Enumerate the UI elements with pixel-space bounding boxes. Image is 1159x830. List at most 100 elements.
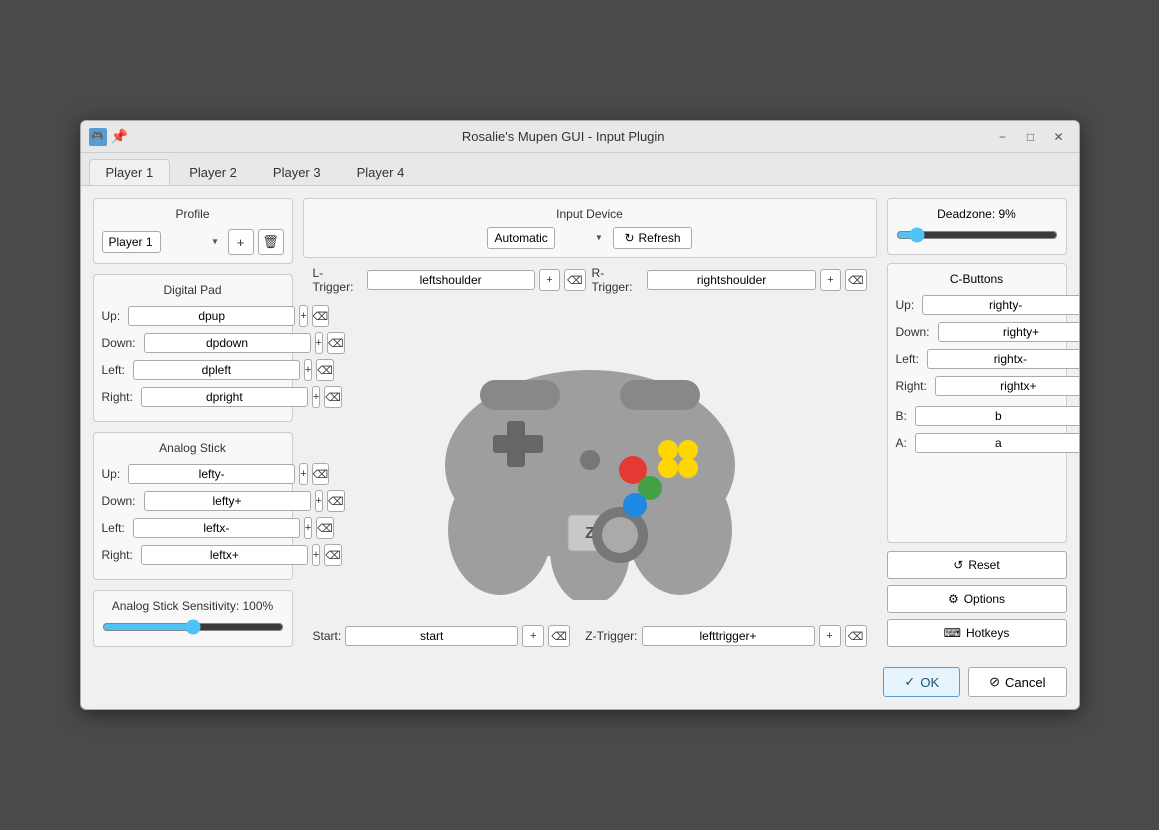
r-trigger-input[interactable] [647,270,815,290]
dpad-right-row: Right: + ⌫ [102,386,284,408]
r-trigger-add[interactable]: + [820,269,841,291]
z-trigger-clear[interactable]: ⌫ [845,625,867,647]
window-title: Rosalie's Mupen GUI - Input Plugin [136,129,991,144]
delete-profile-button[interactable]: 🗑 [258,229,284,255]
dpad-up-input[interactable] [128,306,295,326]
l-trigger-input[interactable] [367,270,535,290]
start-input[interactable] [345,626,518,646]
dpad-up-label: Up: [102,309,125,323]
left-panel: Profile Player 1 + 🗑 Digital Pad Up: [93,198,293,647]
l-trigger-label: L-Trigger: [313,266,363,294]
cbtn-right-input[interactable] [935,376,1080,396]
profile-row: Player 1 + 🗑 [102,229,284,255]
reset-button[interactable]: ↺ Reset [887,551,1067,579]
options-label: Options [964,592,1005,606]
maximize-button[interactable]: □ [1019,127,1043,147]
a-label: A: [896,436,911,450]
refresh-button[interactable]: ↻ Refresh [613,227,691,249]
hotkeys-button[interactable]: ⌨ Hotkeys [887,619,1067,647]
b-button-row: B: + ⌫ [896,405,1058,427]
ok-label: OK [920,675,939,690]
analog-right-label: Right: [102,548,137,562]
dpad-right-label: Right: [102,390,137,404]
action-buttons: ↺ Reset ⚙ Options ⌨ Hotkeys [887,551,1067,647]
dpad-down-input[interactable] [144,333,311,353]
l-trigger-clear[interactable]: ⌫ [564,269,585,291]
cbtn-left-row: Left: + ⌫ [896,348,1058,370]
digital-pad-title: Digital Pad [102,283,284,297]
options-button[interactable]: ⚙ Options [887,585,1067,613]
analog-left-input[interactable] [133,518,300,538]
profile-select[interactable]: Player 1 [102,231,161,253]
dpad-right-input[interactable] [141,387,308,407]
r-trigger-label: R-Trigger: [592,266,644,294]
reset-label: Reset [968,558,999,572]
hotkeys-icon: ⌨ [944,626,961,640]
cbtn-down-row: Down: + ⌫ [896,321,1058,343]
player-tabs: Player 1 Player 2 Player 3 Player 4 [81,153,1079,186]
start-clear[interactable]: ⌫ [548,625,570,647]
ok-icon: ✓ [904,674,915,690]
footer: ✓ OK ⊘ Cancel [81,659,1079,709]
pin-icon[interactable]: 📌 [111,128,128,145]
dpad-left-row: Left: + ⌫ [102,359,284,381]
analog-stick-title: Analog Stick [102,441,284,455]
dpad-left-label: Left: [102,363,129,377]
window-controls: − □ ✕ [991,127,1071,147]
center-panel: Input Device Automatic ↻ Refresh [303,198,877,647]
controller-display: Z [303,302,877,617]
tab-player3[interactable]: Player 3 [256,159,338,185]
z-trigger-add[interactable]: + [819,625,841,647]
sensitivity-slider[interactable] [102,619,284,635]
ok-button[interactable]: ✓ OK [883,667,960,697]
tab-player4[interactable]: Player 4 [340,159,422,185]
analog-down-label: Down: [102,494,140,508]
cbtn-down-input[interactable] [938,322,1080,342]
b-button-input[interactable] [915,406,1080,426]
device-select-wrapper: Automatic [487,227,607,249]
input-device-title: Input Device [556,207,623,221]
cbtn-left-label: Left: [896,352,923,366]
l-trigger-group: L-Trigger: + ⌫ [313,266,586,294]
deadzone-slider[interactable] [896,227,1058,243]
analog-down-input[interactable] [144,491,311,511]
input-device-box: Input Device Automatic ↻ Refresh [303,198,877,258]
b-label: B: [896,409,911,423]
analog-up-row: Up: + ⌫ [102,463,284,485]
bottom-controls-row: Start: + ⌫ Z-Trigger: + ⌫ [303,625,877,647]
titlebar: 🎮 📌 Rosalie's Mupen GUI - Input Plugin −… [81,121,1079,153]
z-trigger-label: Z-Trigger: [585,629,637,643]
cancel-button[interactable]: ⊘ Cancel [968,667,1066,697]
start-add[interactable]: + [522,625,544,647]
right-panel: Deadzone: 9% C-Buttons Up: + ⌫ Down: + ⌫ [887,198,1067,647]
analog-up-input[interactable] [128,464,295,484]
dpad-down-label: Down: [102,336,140,350]
cbtn-up-label: Up: [896,298,919,312]
profile-select-wrapper: Player 1 [102,231,224,253]
a-button-row: A: + ⌫ [896,432,1058,454]
controller-svg: Z [420,320,760,600]
cbtn-left-input[interactable] [927,349,1080,369]
cancel-label: Cancel [1005,675,1045,690]
cbtn-up-input[interactable] [922,295,1079,315]
minimize-button[interactable]: − [991,127,1015,147]
add-profile-button[interactable]: + [228,229,254,255]
l-trigger-add[interactable]: + [539,269,560,291]
z-trigger-input[interactable] [642,626,815,646]
dpad-left-input[interactable] [133,360,300,380]
refresh-label: Refresh [639,231,681,245]
device-select[interactable]: Automatic [487,227,555,249]
options-icon: ⚙ [948,592,959,606]
cbuttons-box: C-Buttons Up: + ⌫ Down: + ⌫ Left: + [887,263,1067,543]
a-button-input[interactable] [915,433,1080,453]
hotkeys-label: Hotkeys [966,626,1009,640]
close-button[interactable]: ✕ [1047,127,1071,147]
analog-up-label: Up: [102,467,125,481]
r-trigger-clear[interactable]: ⌫ [845,269,866,291]
analog-left-row: Left: + ⌫ [102,517,284,539]
app-icon: 🎮 [89,128,107,146]
analog-right-input[interactable] [141,545,308,565]
tab-player2[interactable]: Player 2 [172,159,254,185]
tab-player1[interactable]: Player 1 [89,159,171,185]
r-trigger-group: R-Trigger: + ⌫ [592,266,867,294]
